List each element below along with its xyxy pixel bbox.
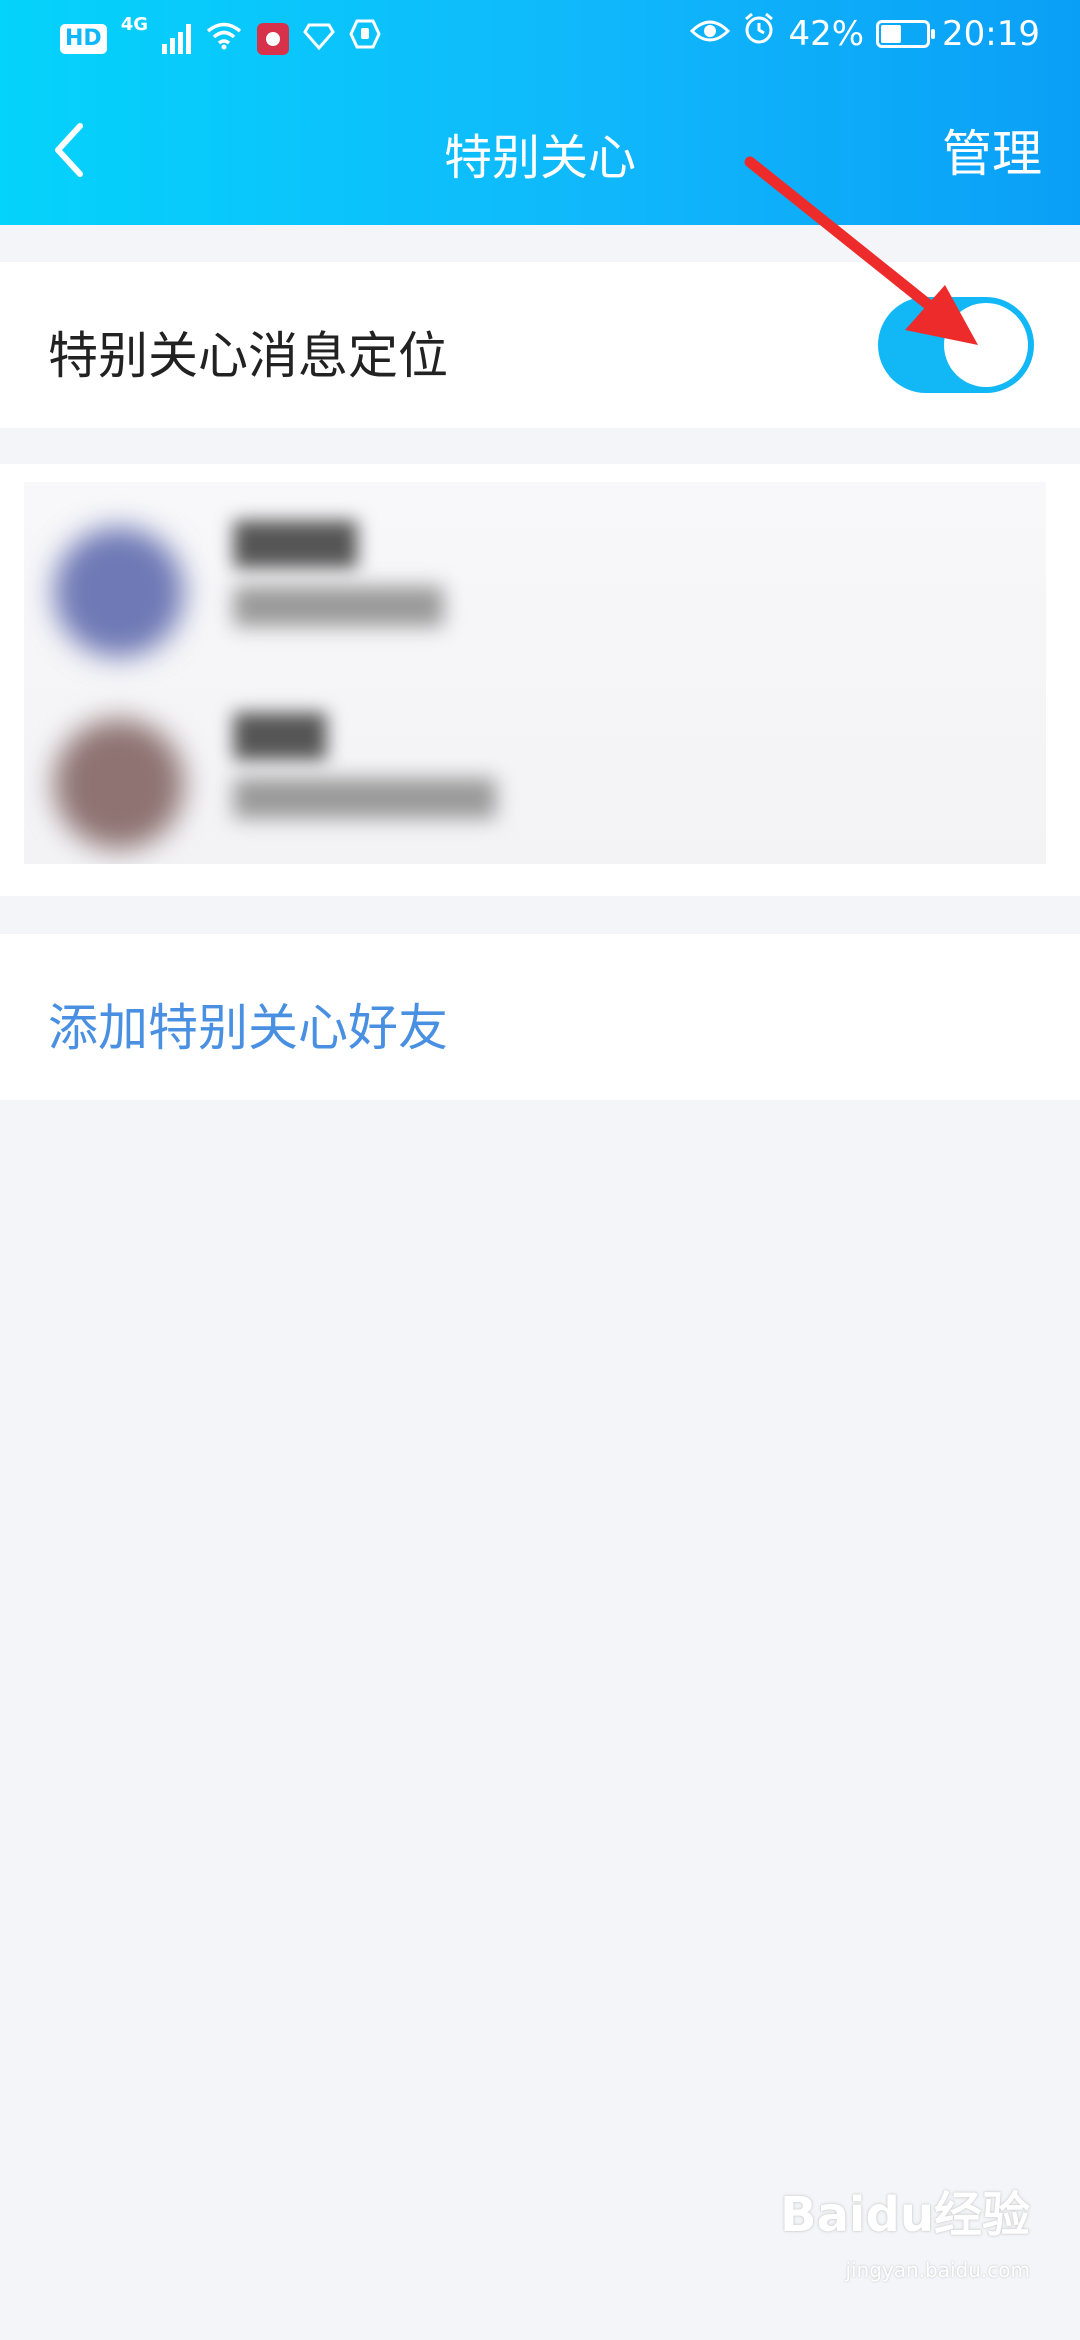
wifi-icon [205,19,243,59]
app-notification-icon [257,22,289,55]
annotation-arrow-icon [744,156,978,345]
friend-list: ████ ████████ ███ ██████████ [0,464,1080,896]
friend-status-blurred: ██████████ [234,779,496,819]
add-special-friend-link[interactable]: 添加特别关心好友 [48,988,448,1060]
status-right-group: 42% 20:19 [690,12,1040,55]
hd-icon: HD [60,23,107,54]
hand-shield-icon [349,18,381,59]
message-location-label: 特别关心消息定位 [48,327,448,385]
battery-icon [876,19,936,48]
blurred-friend-list: ████ ████████ ███ ██████████ [24,482,1046,864]
clock-time: 20:19 [942,13,1040,54]
eye-icon [690,14,731,54]
avatar [54,527,184,657]
status-bar: HD 4G 42% 20:19 [0,0,1080,75]
list-item[interactable]: ████ ████████ [24,482,1046,672]
add-special-friend-row[interactable]: 添加特别关心好友 [0,934,1080,1100]
battery-percent: 42% [788,13,865,54]
network-type-label: 4G [120,14,148,35]
friend-status-blurred: ████████ [234,587,444,627]
baidu-watermark: Baidu经验 [780,2187,1030,2243]
friend-name-blurred: ███ [234,714,327,760]
list-item[interactable]: ███ ██████████ [24,674,1046,864]
status-left-group: HD 4G [60,14,381,59]
signal-icon [162,23,191,54]
diamond-icon [303,19,335,59]
baidu-watermark-url: jingyan.baidu.com [845,2258,1030,2282]
friend-name-blurred: ████ [234,522,358,568]
alarm-icon [742,12,776,55]
avatar [54,719,184,849]
